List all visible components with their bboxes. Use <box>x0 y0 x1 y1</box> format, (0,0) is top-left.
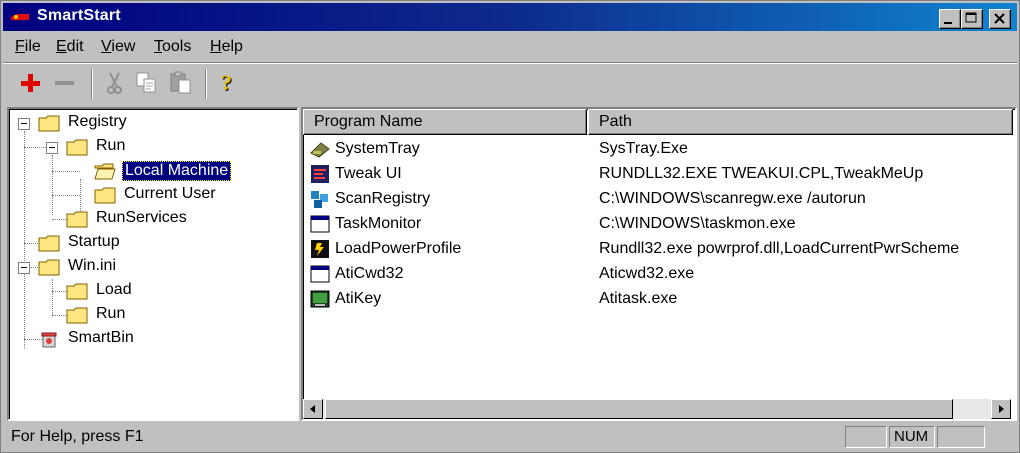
list-row-tweak-ui[interactable]: Tweak UI RUNDLL32.EXE TWEAKUI.CPL,TweakM… <box>303 162 1003 187</box>
svg-text:?: ? <box>221 70 232 95</box>
list-row-systemtray[interactable]: SystemTray SysTray.Exe <box>303 137 1003 162</box>
menu-tools[interactable]: Tools <box>154 38 191 56</box>
folder-icon <box>38 115 60 132</box>
status-pane-scroll <box>937 426 985 448</box>
scroll-left-button[interactable] <box>303 399 323 419</box>
power-icon <box>311 240 329 258</box>
toolbar: ?? <box>3 65 1017 105</box>
list-row-aticwd32[interactable]: AtiCwd32 Aticwd32.exe <box>303 262 1003 287</box>
tree-line <box>52 195 80 196</box>
paste-button[interactable] <box>167 69 195 97</box>
arrow-left-icon <box>310 405 315 413</box>
title-bar[interactable]: SmartStart <box>3 3 1017 31</box>
status-bar: For Help, press F1 NUM <box>3 423 1017 449</box>
app-logo-icon <box>10 13 29 21</box>
open-folder-icon <box>94 163 116 180</box>
close-icon <box>994 13 1005 24</box>
collapse-winini-toggle[interactable] <box>18 262 30 274</box>
menu-file[interactable]: File <box>15 38 41 56</box>
scroll-right-button[interactable] <box>991 399 1011 419</box>
cut-icon <box>107 72 122 94</box>
toolbar-separator <box>91 69 93 99</box>
menu-separator <box>3 62 1017 64</box>
folder-icon <box>66 283 88 300</box>
tweakui-icon <box>311 165 329 183</box>
folder-icon <box>38 259 60 276</box>
arrow-right-icon <box>999 405 1004 413</box>
status-pane-caps <box>845 426 887 448</box>
tree-line <box>52 279 53 315</box>
folder-icon <box>66 139 88 156</box>
menu-view[interactable]: View <box>101 38 135 56</box>
tree-view[interactable]: Registry Run Local Machine Current User … <box>7 107 299 421</box>
folder-icon <box>94 187 116 204</box>
recycle-bin-icon <box>41 332 57 348</box>
add-icon <box>21 74 40 92</box>
minimize-icon <box>944 22 952 24</box>
folder-icon <box>38 235 60 252</box>
status-pane-num: NUM <box>889 426 935 448</box>
collapse-registry-toggle[interactable] <box>18 118 30 130</box>
program-list[interactable]: Program Name Path SystemTray SysTray.Exe… <box>301 107 1017 421</box>
list-row-loadpowerprofile[interactable]: LoadPowerProfile Rundll32.exe powrprof.d… <box>303 237 1003 262</box>
menu-help[interactable]: Help <box>210 38 243 56</box>
remove-icon <box>55 81 74 85</box>
column-header-program-name[interactable]: Program Name <box>303 109 587 135</box>
tree-line <box>52 171 80 172</box>
menu-bar: File Edit View Tools Help <box>3 33 1017 61</box>
collapse-run-toggle[interactable] <box>46 142 58 154</box>
scanregistry-icon <box>311 191 328 208</box>
window-app-icon <box>310 265 330 283</box>
help-button[interactable]: ?? <box>215 69 243 97</box>
horizontal-scrollbar[interactable] <box>303 399 1011 419</box>
folder-icon <box>66 307 88 324</box>
app-window: SmartStart File Edit View Tools Help ? ?… <box>0 0 1020 453</box>
paste-icon <box>170 71 191 94</box>
close-button[interactable] <box>989 9 1011 29</box>
status-help-text: For Help, press F1 <box>11 428 144 445</box>
copy-icon <box>136 72 156 93</box>
tree-line <box>52 155 53 215</box>
copy-button[interactable] <box>133 69 161 97</box>
list-row-taskmonitor[interactable]: TaskMonitor C:\WINDOWS\taskmon.exe <box>303 212 1003 237</box>
minimize-button[interactable] <box>939 9 961 29</box>
maximize-button[interactable] <box>961 9 983 29</box>
systray-icon <box>310 142 330 158</box>
folder-icon <box>66 211 88 228</box>
taskmonitor-icon <box>310 215 330 233</box>
add-button[interactable] <box>17 69 45 97</box>
column-header-path[interactable]: Path <box>588 109 1013 135</box>
menu-edit[interactable]: Edit <box>56 38 84 56</box>
list-row-scanregistry[interactable]: ScanRegistry C:\WINDOWS\scanregw.exe /au… <box>303 187 1003 212</box>
list-row-atikey[interactable]: AtiKey Atitask.exe <box>303 287 1003 312</box>
cut-button[interactable] <box>101 69 129 97</box>
help-icon: ?? <box>221 70 233 96</box>
toolbar-separator <box>205 69 207 99</box>
remove-button[interactable] <box>51 69 79 97</box>
maximize-icon <box>965 12 977 23</box>
scroll-thumb[interactable] <box>325 399 953 419</box>
atikey-icon <box>310 290 330 308</box>
tree-line <box>24 131 25 349</box>
window-title: SmartStart <box>37 7 121 24</box>
